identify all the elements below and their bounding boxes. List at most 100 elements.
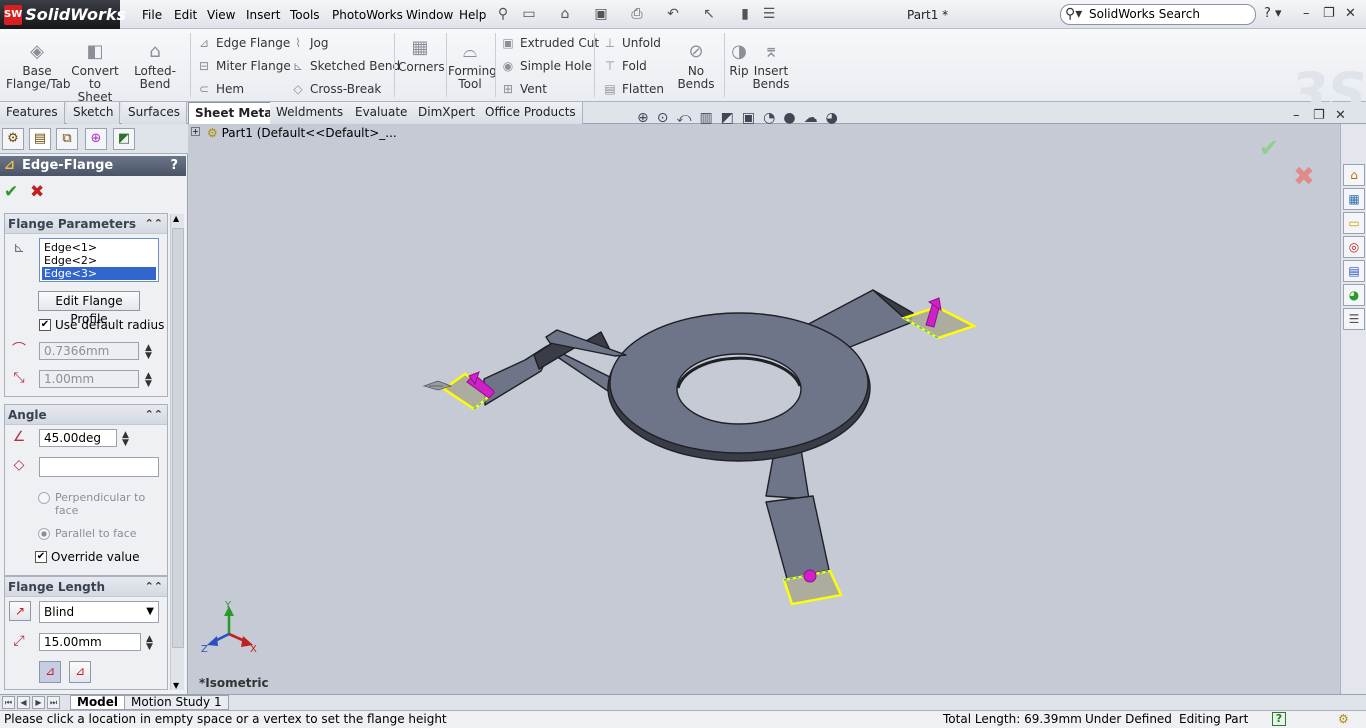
tab-features[interactable]: Features [0,102,65,124]
bottom-flange-face[interactable] [765,495,830,580]
vent-button[interactable]: ⊞ Vent [500,81,547,97]
bend-radius-field[interactable]: 0.7366mm [39,342,139,360]
open-folder-icon[interactable]: ⌂ [556,6,574,22]
solidworks-resources-icon[interactable]: ⌂ [1343,164,1365,186]
tab-sketch[interactable]: Sketch [67,102,121,124]
menu-view[interactable]: View [207,8,235,22]
fold-button[interactable]: ⊤ Fold [602,58,647,74]
length-spinner-icon[interactable]: ▲ ▼ [146,635,153,652]
tab-motion-study-1[interactable]: Motion Study 1 [124,695,229,710]
flatten-button[interactable]: ▤ Flatten [602,81,664,97]
panel-scrollbar[interactable]: ▲ ▼ [170,214,184,690]
model-graphics[interactable]: Y X Z [189,124,1339,694]
search-input[interactable]: ⚲▾ SolidWorks Search [1060,4,1256,25]
design-library-icon[interactable]: ▦ [1343,188,1365,210]
rebuild-icon[interactable]: ▮ [736,6,754,22]
angle-spinner-icon[interactable]: ▲ ▼ [122,431,129,448]
forming-tool-button[interactable]: ⌓ Forming Tool [448,41,497,91]
tab-office-products[interactable]: Office Products [479,102,583,124]
unfold-button[interactable]: ⊥ Unfold [602,35,661,51]
simple-hole-button[interactable]: ◉ Simple Hole [500,58,592,74]
pm-help-button[interactable]: ? [170,156,178,176]
gap-distance-field[interactable]: 1.00mm [39,370,139,388]
print-icon[interactable]: ⎙ [628,6,646,22]
menu-edit[interactable]: Edit [174,8,197,22]
file-explorer-icon[interactable]: ▭ [1343,212,1365,234]
previous-tab-icon[interactable]: ◀ [17,696,30,709]
scrollbar-thumb[interactable] [172,228,184,648]
save-icon[interactable]: ▣ [592,6,610,22]
undo-icon[interactable]: ↶ [664,6,682,22]
last-tab-icon[interactable]: ⏭ [47,696,60,709]
corners-button[interactable]: ▦ Corners [398,37,445,74]
end-condition-select[interactable]: Blind ▼ [39,601,159,623]
close-icon[interactable]: ✕ [1345,6,1356,21]
ok-button[interactable]: ✔ [4,182,18,202]
tab-surfaces[interactable]: Surfaces [122,102,187,124]
override-value-checkbox[interactable]: ✔ Override value [35,550,140,564]
pin-icon[interactable]: ⚲ [494,6,512,22]
extruded-cut-button[interactable]: ▣ Extruded Cut [500,35,599,51]
first-tab-icon[interactable]: ⏮ [2,696,15,709]
select-arrow-icon[interactable]: ↖ [700,6,718,22]
tab-weldments[interactable]: Weldments [270,102,351,124]
perpendicular-radio[interactable]: Perpendicular to face [38,491,163,517]
right-flange-preview[interactable] [901,305,978,340]
sketched-bend-button[interactable]: ⊾ Sketched Bend [290,58,400,74]
restore-icon[interactable]: ❐ [1323,6,1335,21]
tab-model[interactable]: Model [70,695,126,710]
search-results-icon[interactable]: ◎ [1343,236,1365,258]
insert-bends-button[interactable]: ⌆ Insert Bends [752,41,790,91]
parallel-radio[interactable]: Parallel to face [38,527,137,540]
flange-length-field[interactable]: 15.00mm [39,633,141,651]
property-manager-icon[interactable]: ▤ [29,128,51,150]
menu-file[interactable]: File [142,8,162,22]
inner-virtual-sharp-button[interactable]: ⊿ [69,661,91,683]
lofted-bend-button[interactable]: ⌂ Lofted-Bend [123,41,187,91]
cancel-button[interactable]: ✖ [30,182,44,202]
scroll-down-icon[interactable]: ▼ [173,681,179,690]
list-item[interactable]: Edge<2> [42,254,156,267]
viewport-minimize-icon[interactable]: – [1293,108,1300,123]
viewport-close-icon[interactable]: ✕ [1335,108,1346,123]
custom-properties-icon[interactable]: ☰ [1343,308,1365,330]
flange-parameters-header[interactable]: Flange Parameters ⌃⌃ [5,214,167,234]
miter-flange-button[interactable]: ⊟ Miter Flange [196,58,291,74]
next-tab-icon[interactable]: ▶ [32,696,45,709]
flange-length-header[interactable]: Flange Length ⌃⌃ [5,577,167,597]
collapse-chevron-icon[interactable]: ⌃⌃ [145,405,163,425]
reference-face-field[interactable] [39,457,159,477]
list-item[interactable]: Edge<3> [42,267,156,280]
display-manager-icon[interactable]: ◩ [113,128,135,150]
list-item[interactable]: Edge<1> [42,241,156,254]
edge-selection-list[interactable]: Edge<1> Edge<2> Edge<3> [39,238,159,282]
feature-manager-icon[interactable]: ⚙ [2,128,24,150]
use-default-radius-checkbox[interactable]: ✔ Use default radius [39,318,164,332]
tab-evaluate[interactable]: Evaluate [349,102,415,124]
collapse-chevron-icon[interactable]: ⌃⌃ [145,214,163,234]
hem-button[interactable]: ⊂ Hem [196,81,244,97]
flange-angle-field[interactable]: 45.00deg [39,429,117,447]
outer-virtual-sharp-button[interactable]: ⊿ [39,661,61,683]
options-icon[interactable]: ☰ [760,6,778,22]
app-logo[interactable]: SW SolidWorks [0,0,126,29]
scroll-up-icon[interactable]: ▲ [173,214,179,223]
reverse-direction-button[interactable]: ↗ [9,601,31,621]
help-dropdown-icon[interactable]: ? ▾ [1264,6,1282,21]
menu-photoworks[interactable]: PhotoWorks [332,8,403,22]
menu-window[interactable]: Window [406,8,453,22]
appearances-icon[interactable]: ◕ [1343,284,1365,306]
cross-break-button[interactable]: ◇ Cross-Break [290,81,381,97]
graphics-area[interactable]: + ⚙ Part1 (Default<<Default>_... ⊕⊙⤺▥◩▣◔… [189,108,1346,694]
dimxpert-manager-icon[interactable]: ⊕ [85,128,107,150]
new-document-icon[interactable]: ▭ [520,6,538,22]
gap-spinner-icon[interactable]: ▲ ▼ [145,372,152,389]
edit-flange-profile-button[interactable]: Edit Flange Profile [38,291,140,326]
tab-dimxpert[interactable]: DimXpert [412,102,483,124]
edge-flange-button[interactable]: ⊿ Edge Flange [196,35,290,51]
view-palette-icon[interactable]: ▤ [1343,260,1365,282]
configuration-manager-icon[interactable]: ⧉ [56,128,78,150]
collapse-chevron-icon[interactable]: ⌃⌃ [145,577,163,597]
angle-header[interactable]: Angle ⌃⌃ [5,405,167,425]
rebuild-status-icon[interactable]: ⚙ [1338,711,1349,728]
